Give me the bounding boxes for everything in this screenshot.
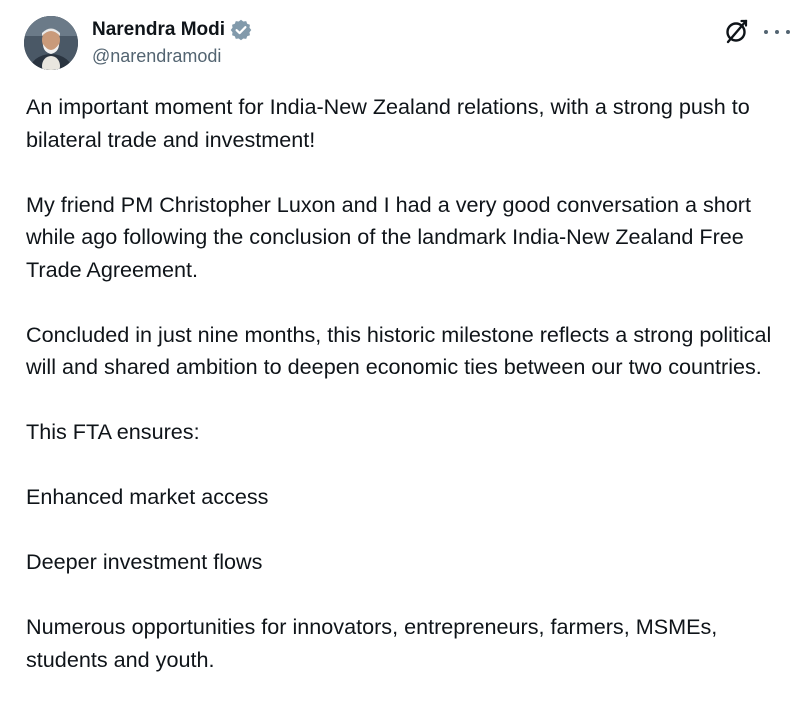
dot-icon <box>786 30 790 34</box>
more-options-icon[interactable] <box>764 22 790 42</box>
tweet-header: Narendra Modi @narendramodi <box>22 14 790 74</box>
tweet-paragraph: An important moment for India-New Zealan… <box>26 94 750 152</box>
tweet-card: Narendra Modi @narendramodi An important… <box>0 0 810 712</box>
dot-icon <box>775 30 779 34</box>
tweet-text: An important moment for India-New Zealan… <box>26 91 796 676</box>
tweet-paragraph: My friend PM Christopher Luxon and I had… <box>26 191 751 282</box>
grok-icon[interactable] <box>724 18 750 44</box>
tweet-paragraph: Deeper investment flows <box>26 549 263 574</box>
avatar[interactable] <box>24 16 78 70</box>
tweet-paragraph: This FTA ensures: <box>26 419 200 444</box>
author-handle[interactable]: @narendramodi <box>92 46 252 67</box>
author-block: Narendra Modi @narendramodi <box>92 16 252 67</box>
tweet-paragraph: Enhanced market access <box>26 484 269 509</box>
dot-icon <box>764 30 768 34</box>
author-display-name[interactable]: Narendra Modi <box>92 19 225 41</box>
tweet-paragraph: Numerous opportunities for innovators, e… <box>26 614 718 672</box>
tweet-paragraph: Concluded in just nine months, this hist… <box>26 321 772 380</box>
name-row: Narendra Modi <box>92 16 252 44</box>
verified-badge-icon[interactable] <box>230 19 252 41</box>
